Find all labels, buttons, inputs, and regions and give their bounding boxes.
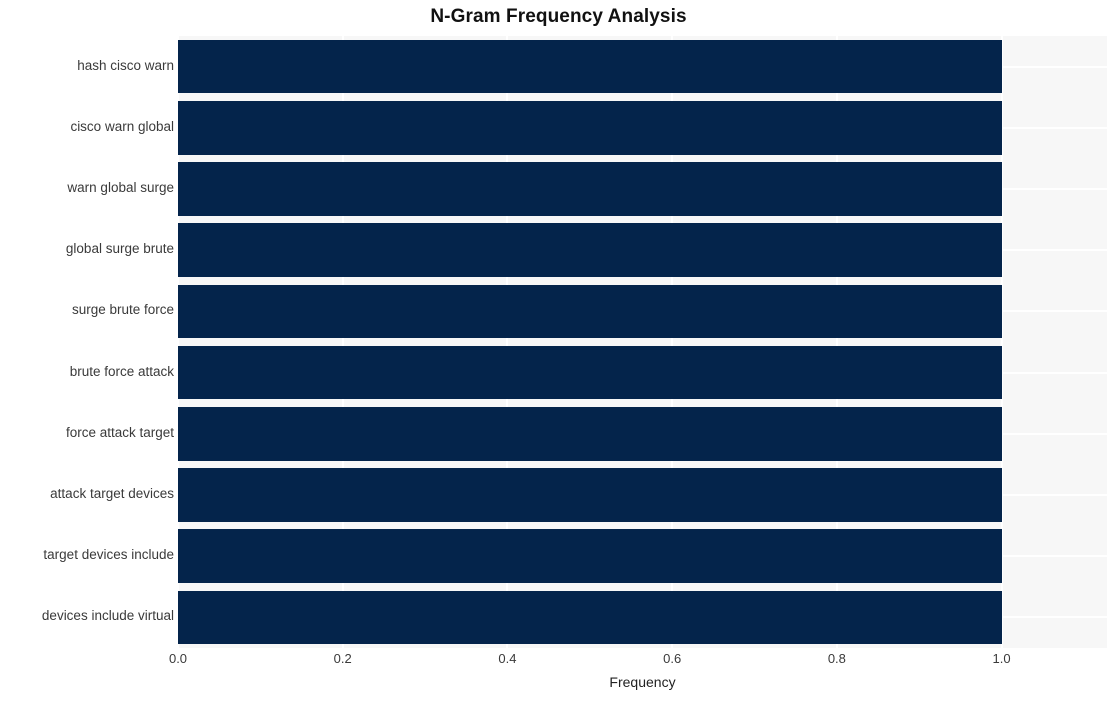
x-axis-tick-label: 0.0 xyxy=(168,651,188,666)
y-axis-tick-label: target devices include xyxy=(43,547,174,563)
y-axis-tick-label: surge brute force xyxy=(71,302,174,318)
bar[interactable] xyxy=(178,590,1002,645)
y-axis-tick-label: global surge brute xyxy=(65,241,174,257)
y-axis-tick-label: devices include virtual xyxy=(41,608,174,624)
bar[interactable] xyxy=(178,223,1002,277)
bar[interactable] xyxy=(178,39,1002,94)
y-axis-tick-label: brute force attack xyxy=(69,363,174,379)
y-axis-tick-label: hash cisco warn xyxy=(77,57,174,73)
y-axis-tick-label: warn global surge xyxy=(67,180,174,195)
bar[interactable] xyxy=(178,468,1002,522)
bar[interactable] xyxy=(178,101,1002,155)
chart-figure: N-Gram Frequency Analysis hash cisco war… xyxy=(0,0,1117,701)
x-axis-tick-labels: 0.0 0.2 0.4 0.6 0.8 1.0 xyxy=(169,651,1107,673)
x-axis-tick-label: 0.4 xyxy=(498,651,517,666)
bar[interactable] xyxy=(178,345,1002,400)
y-axis-tick-label: attack target devices xyxy=(50,486,174,501)
bar[interactable] xyxy=(178,529,1002,583)
x-axis-tick-label: 1.0 xyxy=(992,651,1011,666)
y-axis-tick-label: cisco warn global xyxy=(70,118,174,134)
bar[interactable] xyxy=(178,407,1002,461)
bar[interactable] xyxy=(178,284,1002,339)
plot-area xyxy=(178,36,1107,648)
y-axis-tick-label: force attack target xyxy=(65,424,174,440)
x-axis-tick-label: 0.8 xyxy=(827,651,846,666)
chart-title: N-Gram Frequency Analysis xyxy=(430,6,687,27)
y-axis-tick-labels: hash cisco warn cisco warn global warn glo… xyxy=(0,36,174,648)
x-axis-tick-label: 0.2 xyxy=(333,651,352,666)
x-axis-tick-label: 0.6 xyxy=(663,651,682,666)
x-axis-title: Frequency xyxy=(609,674,676,690)
bar[interactable] xyxy=(178,162,1002,216)
